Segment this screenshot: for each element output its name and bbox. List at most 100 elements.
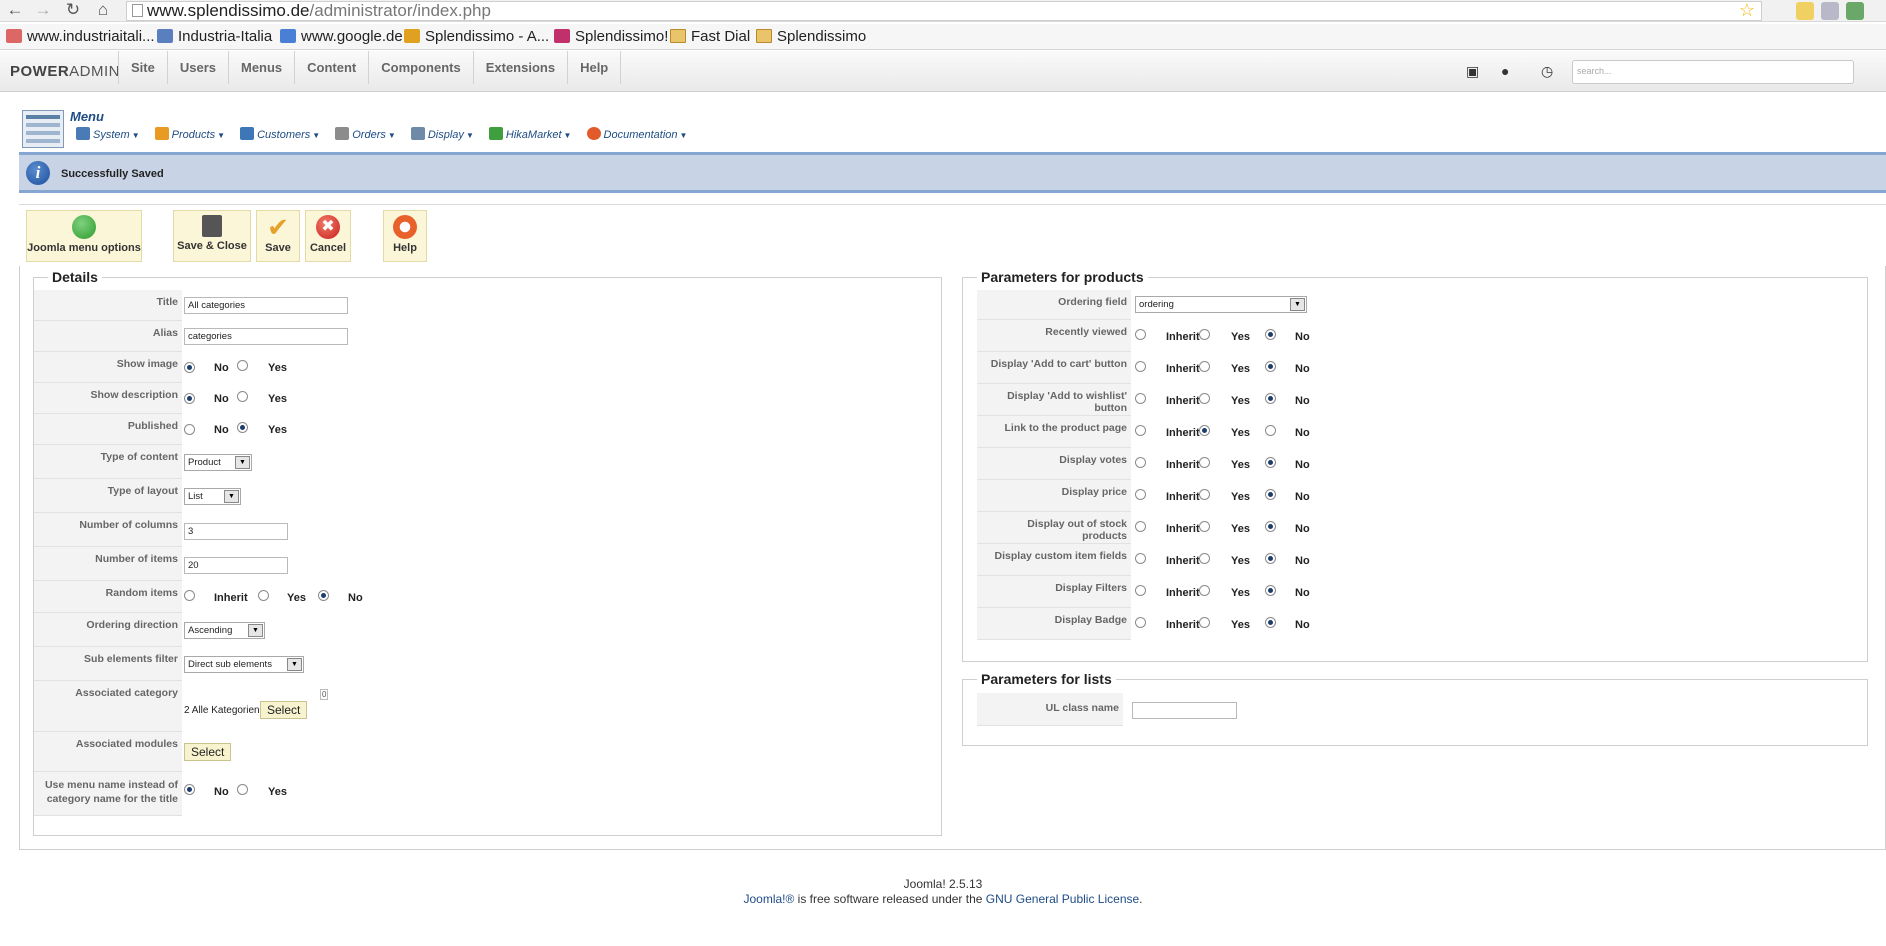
save-close-button[interactable]: Save & Close bbox=[173, 210, 251, 262]
product-param-inherit-radio[interactable] bbox=[1135, 585, 1146, 596]
product-param-yes-radio[interactable] bbox=[1199, 361, 1210, 372]
product-param-inherit-radio[interactable] bbox=[1135, 617, 1146, 628]
submenu-display[interactable]: Display ▼ bbox=[410, 127, 474, 141]
reload-icon[interactable]: ↻ bbox=[62, 0, 84, 22]
select-modules-button[interactable]: Select bbox=[184, 743, 232, 761]
product-param-inherit-radio[interactable] bbox=[1135, 393, 1146, 404]
ul-class-input[interactable] bbox=[1132, 702, 1237, 719]
product-param-yes-radio[interactable] bbox=[1199, 553, 1210, 564]
search-input[interactable]: search... bbox=[1572, 60, 1854, 84]
ordering-field-select[interactable]: ordering ▼ bbox=[1135, 296, 1307, 313]
submenu-hikamarket[interactable]: HikaMarket ▼ bbox=[488, 127, 571, 141]
submenu-products[interactable]: Products ▼ bbox=[154, 127, 225, 141]
product-param-yes-radio[interactable] bbox=[1199, 585, 1210, 596]
use-menu-name-no-radio[interactable] bbox=[184, 784, 195, 795]
bookmark-star-icon[interactable]: ☆ bbox=[1739, 1, 1755, 19]
top-menu-extensions[interactable]: Extensions bbox=[474, 51, 569, 84]
top-menu-components[interactable]: Components bbox=[369, 51, 474, 84]
monitor-icon[interactable]: ▣ bbox=[1466, 63, 1479, 80]
type-of-content-select[interactable]: Product ▼ bbox=[184, 454, 252, 471]
product-param-no-radio[interactable] bbox=[1265, 457, 1276, 468]
top-menu-content[interactable]: Content bbox=[295, 51, 370, 84]
clock-icon[interactable]: ◷ bbox=[1541, 63, 1553, 80]
option-label: Inherit bbox=[1166, 523, 1200, 535]
product-param-inherit-radio[interactable] bbox=[1135, 361, 1146, 372]
product-param-no-radio[interactable] bbox=[1265, 553, 1276, 564]
product-param-no-radio[interactable] bbox=[1265, 489, 1276, 500]
product-param-yes-radio[interactable] bbox=[1199, 521, 1210, 532]
random-items-inherit-radio[interactable] bbox=[184, 590, 195, 601]
top-menu-users[interactable]: Users bbox=[168, 51, 229, 84]
joomla-menu-options-button[interactable]: Joomla menu options bbox=[26, 210, 142, 262]
bookmark-item[interactable]: www.google.de bbox=[280, 24, 403, 50]
product-param-inherit-radio[interactable] bbox=[1135, 457, 1146, 468]
product-param-yes-radio[interactable] bbox=[1199, 457, 1210, 468]
bookmark-folder[interactable]: Splendissimo bbox=[756, 24, 866, 50]
extension-icon[interactable] bbox=[1796, 2, 1814, 20]
product-param-inherit-radio[interactable] bbox=[1135, 329, 1146, 340]
extension-badge-icon[interactable] bbox=[1846, 2, 1865, 20]
download-icon[interactable] bbox=[1821, 2, 1840, 20]
random-items-yes-radio[interactable] bbox=[258, 590, 269, 601]
hikamarket-icon bbox=[488, 127, 503, 140]
product-param-no-radio[interactable] bbox=[1265, 521, 1276, 532]
type-of-layout-select[interactable]: List ▼ bbox=[184, 488, 241, 505]
top-menu-menus[interactable]: Menus bbox=[229, 51, 296, 84]
product-param-inherit-radio[interactable] bbox=[1135, 425, 1146, 436]
product-param-no-radio[interactable] bbox=[1265, 585, 1276, 596]
product-param-no-radio[interactable] bbox=[1265, 329, 1276, 340]
product-param-no-radio[interactable] bbox=[1265, 617, 1276, 628]
cancel-button[interactable]: ✖ Cancel bbox=[305, 210, 351, 262]
save-button[interactable]: ✔ Save bbox=[256, 210, 300, 262]
extension-icons bbox=[1796, 0, 1868, 22]
submenu-orders[interactable]: Orders ▼ bbox=[335, 127, 396, 141]
top-menu-help[interactable]: Help bbox=[568, 51, 622, 84]
number-of-columns-input[interactable]: 3 bbox=[184, 523, 288, 540]
back-icon[interactable]: ← bbox=[4, 0, 26, 22]
bookmark-item[interactable]: Industria-Italia bbox=[157, 24, 272, 50]
product-param-row: Display Badge Inherit Yes No bbox=[963, 608, 1867, 640]
product-param-no-radio[interactable] bbox=[1265, 425, 1276, 436]
product-param-no-radio[interactable] bbox=[1265, 393, 1276, 404]
title-input[interactable]: All categories bbox=[184, 297, 348, 314]
bookmark-item[interactable]: www.industriaitali... bbox=[6, 24, 155, 50]
product-param-yes-radio[interactable] bbox=[1199, 617, 1210, 628]
published-no-radio[interactable] bbox=[184, 424, 195, 435]
select-category-button[interactable]: Select bbox=[260, 701, 308, 719]
product-param-no-radio[interactable] bbox=[1265, 361, 1276, 372]
show-description-no-radio[interactable] bbox=[184, 393, 195, 404]
sub-elements-filter-select[interactable]: Direct sub elements ▼ bbox=[184, 656, 304, 673]
show-description-yes-radio[interactable] bbox=[237, 391, 248, 402]
published-yes-radio[interactable] bbox=[237, 422, 248, 433]
show-image-no-radio[interactable] bbox=[184, 362, 195, 373]
product-param-inherit-radio[interactable] bbox=[1135, 521, 1146, 532]
product-param-inherit-radio[interactable] bbox=[1135, 553, 1146, 564]
help-button[interactable]: Help bbox=[383, 210, 427, 262]
submenu-documentation[interactable]: Documentation ▼ bbox=[586, 127, 687, 141]
url-field[interactable]: www.splendissimo.de/administrator/index.… bbox=[126, 1, 1762, 21]
submenu-system[interactable]: System ▼ bbox=[76, 127, 140, 141]
product-param-yes-radio[interactable] bbox=[1199, 489, 1210, 500]
bookmark-item[interactable]: Splendissimo! bbox=[554, 24, 668, 50]
bookmark-folder[interactable]: Fast Dial bbox=[670, 24, 750, 50]
random-items-no-radio[interactable] bbox=[318, 590, 329, 601]
user-icon[interactable]: ● bbox=[1501, 63, 1509, 79]
use-menu-name-yes-radio[interactable] bbox=[237, 784, 248, 795]
license-link[interactable]: GNU General Public License bbox=[986, 892, 1139, 906]
option-label: Inherit bbox=[1166, 363, 1200, 375]
bookmark-item[interactable]: Splendissimo - A... bbox=[404, 24, 549, 50]
option-label: No bbox=[214, 424, 229, 436]
forward-icon[interactable]: → bbox=[32, 0, 54, 22]
number-of-items-input[interactable]: 20 bbox=[184, 557, 288, 574]
product-param-yes-radio[interactable] bbox=[1199, 425, 1210, 436]
submenu-customers[interactable]: Customers ▼ bbox=[240, 127, 320, 141]
product-param-yes-radio[interactable] bbox=[1199, 329, 1210, 340]
home-icon[interactable]: ⌂ bbox=[92, 0, 114, 22]
joomla-link[interactable]: Joomla!® bbox=[743, 892, 794, 906]
ordering-direction-select[interactable]: Ascending ▼ bbox=[184, 622, 265, 639]
alias-input[interactable]: categories bbox=[184, 328, 348, 345]
top-menu-site[interactable]: Site bbox=[118, 51, 168, 84]
show-image-yes-radio[interactable] bbox=[237, 360, 248, 371]
product-param-inherit-radio[interactable] bbox=[1135, 489, 1146, 500]
product-param-yes-radio[interactable] bbox=[1199, 393, 1210, 404]
